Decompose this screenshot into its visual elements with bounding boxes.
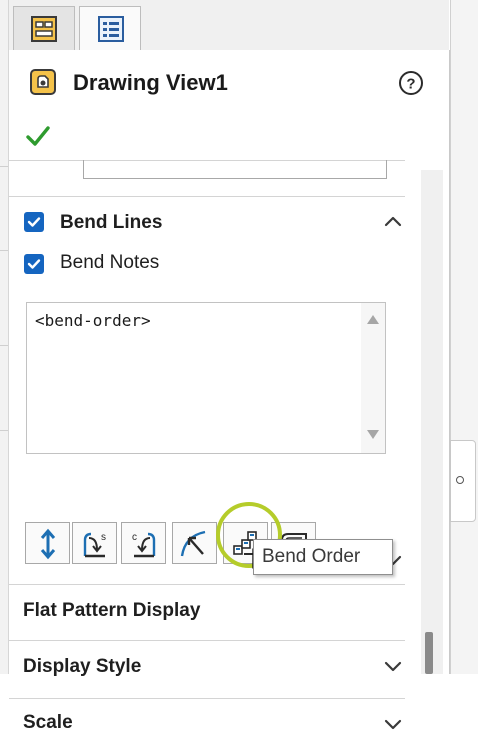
bend-lines-checkbox[interactable] <box>24 212 44 232</box>
partial-field <box>83 160 387 179</box>
drawing-view-icon <box>30 69 56 95</box>
bend-direction-c-icon: c <box>132 532 156 558</box>
display-style-label[interactable]: Display Style <box>23 656 141 678</box>
bend-direction-s-button[interactable]: s <box>72 522 117 564</box>
scroll-down-icon[interactable] <box>366 429 380 441</box>
section-divider <box>9 196 405 197</box>
bend-direction-c-button[interactable]: c <box>121 522 166 564</box>
strip-divider <box>0 166 8 167</box>
tooltip-text: Bend Order <box>262 546 361 567</box>
page-title: Drawing View1 <box>73 70 228 95</box>
section-divider <box>9 698 405 699</box>
question-icon[interactable]: ? <box>398 70 424 96</box>
scroll-up-icon[interactable] <box>366 313 380 325</box>
checkmark-icon[interactable] <box>25 124 51 148</box>
panel-scroll-thumb[interactable] <box>425 632 433 674</box>
bend-lines-label: Bend Lines <box>60 212 163 233</box>
vertical-arrows-button[interactable] <box>25 522 70 564</box>
checkbox-check-icon <box>27 259 41 269</box>
strip-divider <box>0 430 8 431</box>
bend-angle-button[interactable] <box>172 522 217 564</box>
chevron-down-icon[interactable] <box>383 656 403 676</box>
bend-notes-textarea[interactable]: <bend-order> <box>26 302 386 454</box>
svg-text:?: ? <box>406 76 415 93</box>
tab-property-manager[interactable] <box>13 6 75 50</box>
tooltip: Bend Order <box>253 539 393 575</box>
bend-notes-checkbox[interactable] <box>24 254 44 274</box>
property-manager-icon <box>31 16 57 42</box>
section-divider <box>9 584 405 585</box>
feature-tree-icon <box>98 16 124 42</box>
collapse-handle-icon <box>456 476 464 484</box>
bend-direction-s-icon: s <box>83 532 106 558</box>
canvas-strip <box>0 0 9 674</box>
svg-text:s: s <box>101 532 106 543</box>
checkbox-check-icon <box>27 217 41 227</box>
bend-angle-icon <box>180 530 206 557</box>
bend-notes-text: <bend-order> <box>35 311 151 330</box>
textarea-scrollbar[interactable] <box>361 303 385 453</box>
panel-scrollbar[interactable] <box>421 170 443 674</box>
flat-pattern-display-label[interactable]: Flat Pattern Display <box>23 600 200 622</box>
tab-feature-tree[interactable] <box>79 6 141 51</box>
graphics-area-edge <box>450 0 478 674</box>
bend-notes-label: Bend Notes <box>60 252 160 273</box>
chevron-down-icon[interactable] <box>383 714 403 734</box>
section-divider <box>9 640 405 641</box>
strip-divider <box>0 345 8 346</box>
manager-tab-bar <box>9 0 449 51</box>
svg-text:c: c <box>132 532 137 543</box>
property-manager-panel: Drawing View1 ? Bend Lines Bend Notes <b… <box>9 50 450 733</box>
strip-divider <box>0 250 8 251</box>
chevron-up-icon[interactable] <box>383 212 403 232</box>
vertical-arrows-icon <box>40 528 56 560</box>
scale-label[interactable]: Scale <box>23 712 73 734</box>
